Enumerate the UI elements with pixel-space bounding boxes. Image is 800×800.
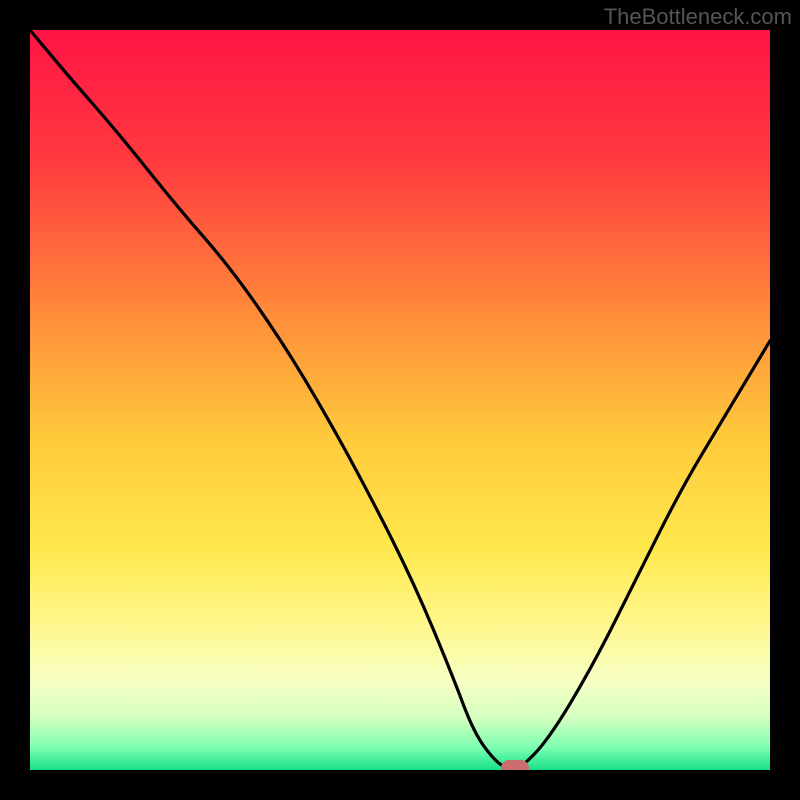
plot-area	[30, 30, 770, 770]
watermark-text: TheBottleneck.com	[604, 4, 792, 30]
bottleneck-curve	[30, 30, 770, 770]
chart-frame: TheBottleneck.com	[0, 0, 800, 800]
optimal-marker	[501, 760, 529, 770]
